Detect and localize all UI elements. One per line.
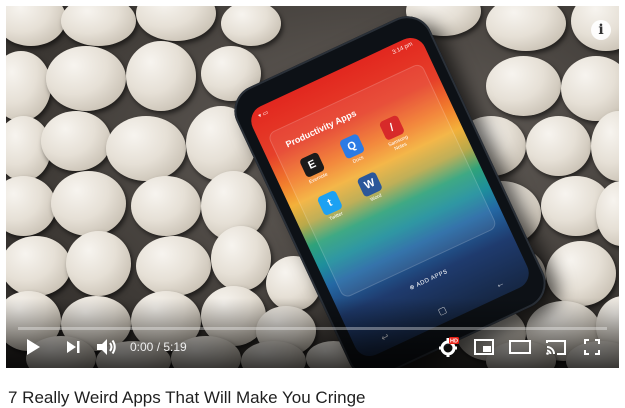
miniplayer-icon	[474, 339, 494, 355]
video-player[interactable]: ▾ ▭ 3:14 pm Productivity Apps E Evernote Q…	[6, 6, 619, 368]
play-button[interactable]	[18, 334, 48, 360]
theater-mode-button[interactable]	[505, 334, 535, 360]
pebble	[51, 171, 126, 236]
pebble	[526, 116, 591, 176]
cast-button[interactable]	[541, 334, 571, 360]
pebble	[66, 231, 131, 296]
pebble	[546, 241, 616, 306]
cast-icon	[546, 340, 566, 355]
back-icon: ←	[493, 277, 507, 291]
play-icon	[27, 339, 40, 355]
info-icon[interactable]: i	[591, 20, 611, 40]
gear-icon: HD	[439, 337, 459, 357]
pebble	[486, 6, 566, 51]
add-apps-label: ADD APPS	[415, 268, 449, 289]
volume-button[interactable]	[92, 334, 122, 360]
skip-next-icon	[67, 341, 80, 353]
pebble	[211, 226, 271, 291]
volume-icon	[97, 339, 116, 355]
pebble	[106, 116, 186, 181]
app-shortcut: Q Docs	[332, 130, 377, 175]
app-shortcut: W Word	[350, 168, 393, 208]
pebble	[61, 6, 136, 46]
progress-bar[interactable]	[18, 327, 607, 330]
pebble	[46, 46, 126, 111]
status-time: 3:14 pm	[391, 41, 414, 57]
pebble	[6, 51, 51, 121]
theater-icon	[509, 340, 531, 354]
next-button[interactable]	[58, 334, 88, 360]
settings-button[interactable]: HD	[433, 334, 463, 360]
pebble	[131, 176, 201, 236]
pebble	[136, 236, 211, 296]
app-shortcut: t Twitter	[310, 187, 353, 227]
app-shortcut: E Evernote	[293, 149, 338, 194]
app-grid: E Evernote Q Docs / Samsung Notes t Twitter W Wor…	[293, 100, 457, 226]
fullscreen-icon	[584, 339, 600, 355]
video-title[interactable]: 7 Really Weird Apps That Will Make You C…	[8, 388, 366, 408]
player-controls: 0:00 / 5:19 HD	[18, 334, 607, 360]
pebble	[486, 56, 561, 116]
pebble	[221, 6, 281, 46]
pebble	[136, 6, 216, 41]
svg-text:HD: HD	[450, 339, 458, 345]
pebble	[591, 111, 619, 181]
pebble	[6, 6, 66, 46]
pebble	[6, 176, 56, 236]
pebble	[6, 236, 71, 296]
miniplayer-button[interactable]	[469, 334, 499, 360]
status-dots: ▾ ▭	[257, 109, 270, 120]
pebble	[126, 41, 196, 111]
time-display: 0:00 / 5:19	[130, 340, 187, 354]
app-shortcut: / Samsung Notes	[372, 111, 417, 156]
pebble	[41, 111, 111, 171]
fullscreen-button[interactable]	[577, 334, 607, 360]
